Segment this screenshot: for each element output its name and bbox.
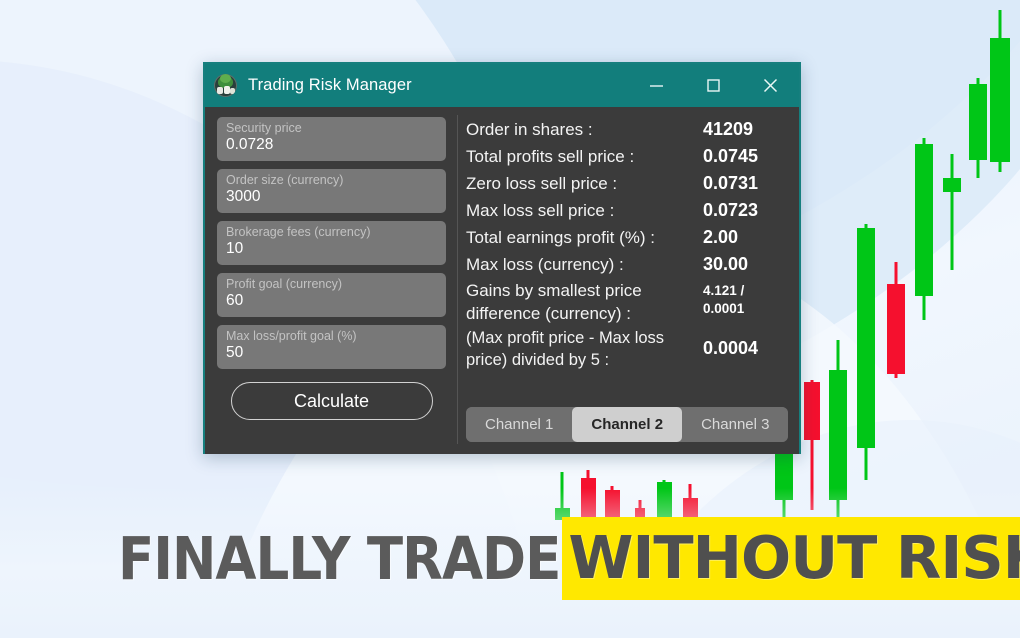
trading-risk-manager-window: Trading Risk Manager Security price 0.07…	[203, 62, 801, 454]
field-max-loss-profit-goal[interactable]: Max loss/profit goal (%) 50	[217, 325, 446, 369]
close-icon[interactable]	[742, 64, 799, 107]
result-row-max-profit-minus-max-loss-div5: (Max profit price - Max loss price) divi…	[466, 327, 789, 371]
result-value: 30.00	[703, 254, 749, 274]
result-label: Order in shares :	[466, 120, 593, 139]
field-value: 0.0728	[226, 136, 274, 153]
candle-20	[969, 78, 987, 178]
candle-16	[857, 224, 875, 480]
headline-banner: FINALLY TRADE WITHOUT RISKS	[118, 517, 1020, 600]
minimize-icon[interactable]	[628, 64, 685, 107]
channel-tabs: Channel 1 Channel 2 Channel 3	[466, 407, 789, 442]
result-value: 4.121 / 0.0001	[703, 279, 789, 318]
result-label: Zero loss sell price :	[466, 174, 618, 193]
field-label: Brokerage fees (currency)	[226, 225, 371, 239]
tab-channel-2[interactable]: Channel 2	[572, 407, 683, 442]
candle-body	[887, 284, 905, 374]
field-label: Profit goal (currency)	[226, 277, 343, 291]
field-label: Max loss/profit goal (%)	[226, 329, 357, 343]
result-row-zero-loss-sell-price: Zero loss sell price : 0.0731	[466, 171, 789, 196]
result-row-max-loss-sell-price: Max loss sell price : 0.0723	[466, 198, 789, 223]
result-label: Total earnings profit (%) :	[466, 228, 655, 247]
result-row-total-profits-sell-price: Total profits sell price : 0.0745	[466, 144, 789, 169]
field-value: 50	[226, 344, 244, 361]
result-value-line-1: 4.121 /	[703, 283, 745, 298]
window-controls	[628, 64, 799, 107]
headline-plain-text: FINALLY TRADE	[118, 524, 561, 593]
inputs-pane: Security price 0.0728 Order size (curren…	[205, 107, 457, 454]
result-value: 41209	[703, 119, 754, 139]
candle-body	[829, 370, 847, 500]
result-row-order-in-shares: Order in shares : 41209	[466, 117, 789, 142]
screenshot-stage: Trading Risk Manager Security price 0.07…	[0, 0, 1020, 638]
headline-highlight-text: WITHOUT RISKS	[562, 517, 1020, 600]
result-label: Max loss (currency) :	[466, 255, 624, 274]
field-label: Security price	[226, 121, 302, 135]
candle-18	[915, 138, 933, 320]
result-row-max-loss-currency: Max loss (currency) : 30.00	[466, 252, 789, 277]
candle-body	[915, 144, 933, 296]
candle-wick	[950, 154, 954, 270]
candle-body	[857, 228, 875, 448]
window-titlebar: Trading Risk Manager	[205, 64, 799, 107]
result-value-line-2: 0.0001	[703, 301, 745, 316]
result-label: Max loss sell price :	[466, 201, 615, 220]
tab-channel-1[interactable]: Channel 1	[466, 407, 573, 442]
result-label: (Max profit price - Max loss price) divi…	[466, 329, 665, 369]
result-value: 2.00	[703, 227, 739, 247]
field-order-size[interactable]: Order size (currency) 3000	[217, 169, 446, 213]
calculate-button[interactable]: Calculate	[230, 382, 433, 420]
maximize-icon[interactable]	[685, 64, 742, 107]
results-pane: Order in shares : 41209 Total profits se…	[458, 107, 799, 454]
field-profit-goal[interactable]: Profit goal (currency) 60	[217, 273, 446, 317]
tab-channel-3[interactable]: Channel 3	[682, 407, 789, 442]
result-row-gains-by-smallest-price-difference: Gains by smallest price difference (curr…	[466, 279, 789, 325]
candle-19	[943, 154, 961, 270]
result-label: Gains by smallest price difference (curr…	[466, 281, 642, 323]
field-value: 10	[226, 240, 244, 257]
field-value: 3000	[226, 188, 261, 205]
candle-body	[943, 178, 961, 192]
candle-17	[887, 262, 905, 378]
window-title: Trading Risk Manager	[248, 76, 412, 94]
window-body: Security price 0.0728 Order size (curren…	[205, 107, 799, 454]
field-label: Order size (currency)	[226, 173, 344, 187]
candle-body	[969, 84, 987, 160]
result-row-total-earnings-profit: Total earnings profit (%) : 2.00	[466, 225, 789, 250]
result-value: 0.0723	[703, 200, 759, 220]
app-tree-icon	[214, 74, 237, 97]
result-value: 0.0731	[703, 173, 759, 193]
result-value: 0.0745	[703, 146, 759, 166]
result-value: 0.0004	[703, 338, 759, 358]
candle-body	[990, 38, 1010, 162]
candle-body	[804, 382, 820, 440]
field-security-price[interactable]: Security price 0.0728	[217, 117, 446, 161]
field-value: 60	[226, 292, 244, 309]
field-brokerage-fees[interactable]: Brokerage fees (currency) 10	[217, 221, 446, 265]
candle-21	[990, 10, 1010, 172]
result-label: Total profits sell price :	[466, 147, 635, 166]
